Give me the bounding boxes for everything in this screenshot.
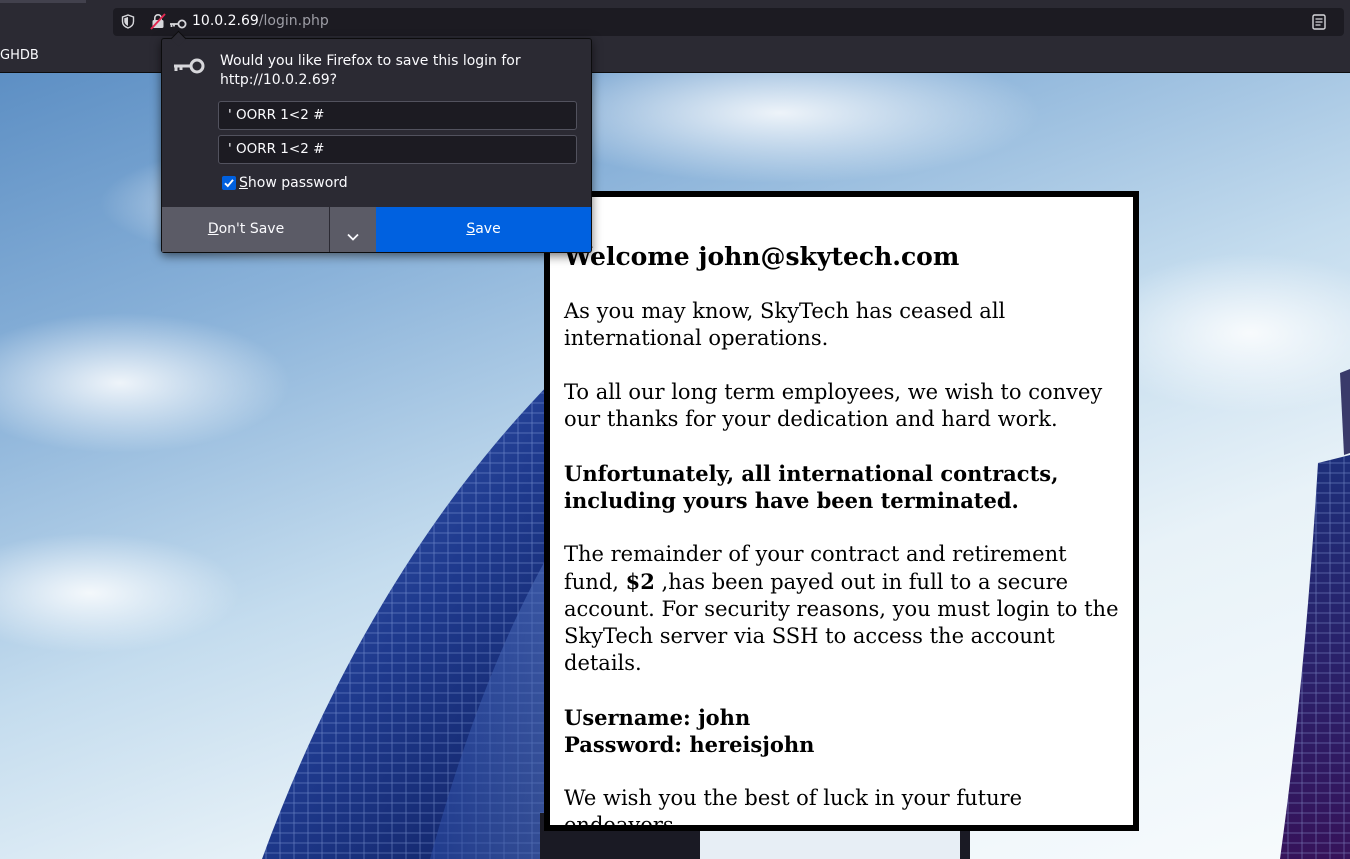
key-icon bbox=[172, 56, 206, 80]
show-password-toggle[interactable]: Show password bbox=[222, 175, 348, 191]
popup-message: Would you like Firefox to save this logi… bbox=[220, 53, 521, 88]
tab-strip-edge bbox=[0, 0, 86, 3]
url-text[interactable]: 10.0.2.69/login.php bbox=[192, 13, 329, 29]
save-login-popup: Would you like Firefox to save this logi… bbox=[161, 30, 592, 253]
reader-view-icon[interactable] bbox=[1312, 14, 1326, 34]
bookmark-ghdb[interactable]: GHDB bbox=[0, 48, 39, 63]
url-path: /login.php bbox=[258, 13, 329, 29]
url-bar[interactable]: 10.0.2.69/login.php bbox=[113, 8, 1344, 36]
paragraph-fund: The remainder of your contract and retir… bbox=[564, 541, 1124, 677]
username-field[interactable]: ' OORR 1<2 # bbox=[218, 101, 577, 130]
url-host: 10.0.2.69 bbox=[192, 13, 259, 29]
save-button[interactable]: Save bbox=[376, 207, 591, 252]
fund-amount: $2 bbox=[625, 569, 655, 594]
dont-save-button[interactable]: Don't Save bbox=[162, 207, 330, 252]
browser-toolbar: 10.0.2.69/login.php bbox=[0, 0, 1350, 42]
paragraph-termination: Unfortunately, all international contrac… bbox=[564, 461, 1059, 513]
shield-icon[interactable] bbox=[121, 14, 135, 33]
popup-button-row: Don't Save Save bbox=[162, 207, 591, 252]
paragraph-closing: We wish you the best of luck in your fut… bbox=[564, 786, 1023, 831]
password-field[interactable]: ' OORR 1<2 # bbox=[218, 135, 577, 164]
paragraph-thanks: To all our long term employees, we wish … bbox=[564, 380, 1103, 431]
chevron-down-icon bbox=[347, 226, 359, 245]
password-line: Password: hereisjohn bbox=[564, 732, 815, 757]
show-password-label: Show password bbox=[239, 175, 348, 191]
show-password-checkbox[interactable] bbox=[222, 176, 236, 190]
username-line: Username: john bbox=[564, 705, 751, 730]
message-card: Welcome john@skytech.com As you may know… bbox=[544, 191, 1139, 831]
more-options-button[interactable] bbox=[330, 207, 376, 252]
credentials: Username: john Password: hereisjohn bbox=[564, 704, 1124, 758]
page-title: Welcome john@skytech.com bbox=[564, 242, 960, 271]
crossed-lock-icon[interactable] bbox=[150, 13, 166, 34]
paragraph-operations: As you may know, SkyTech has ceased all … bbox=[564, 299, 1006, 350]
